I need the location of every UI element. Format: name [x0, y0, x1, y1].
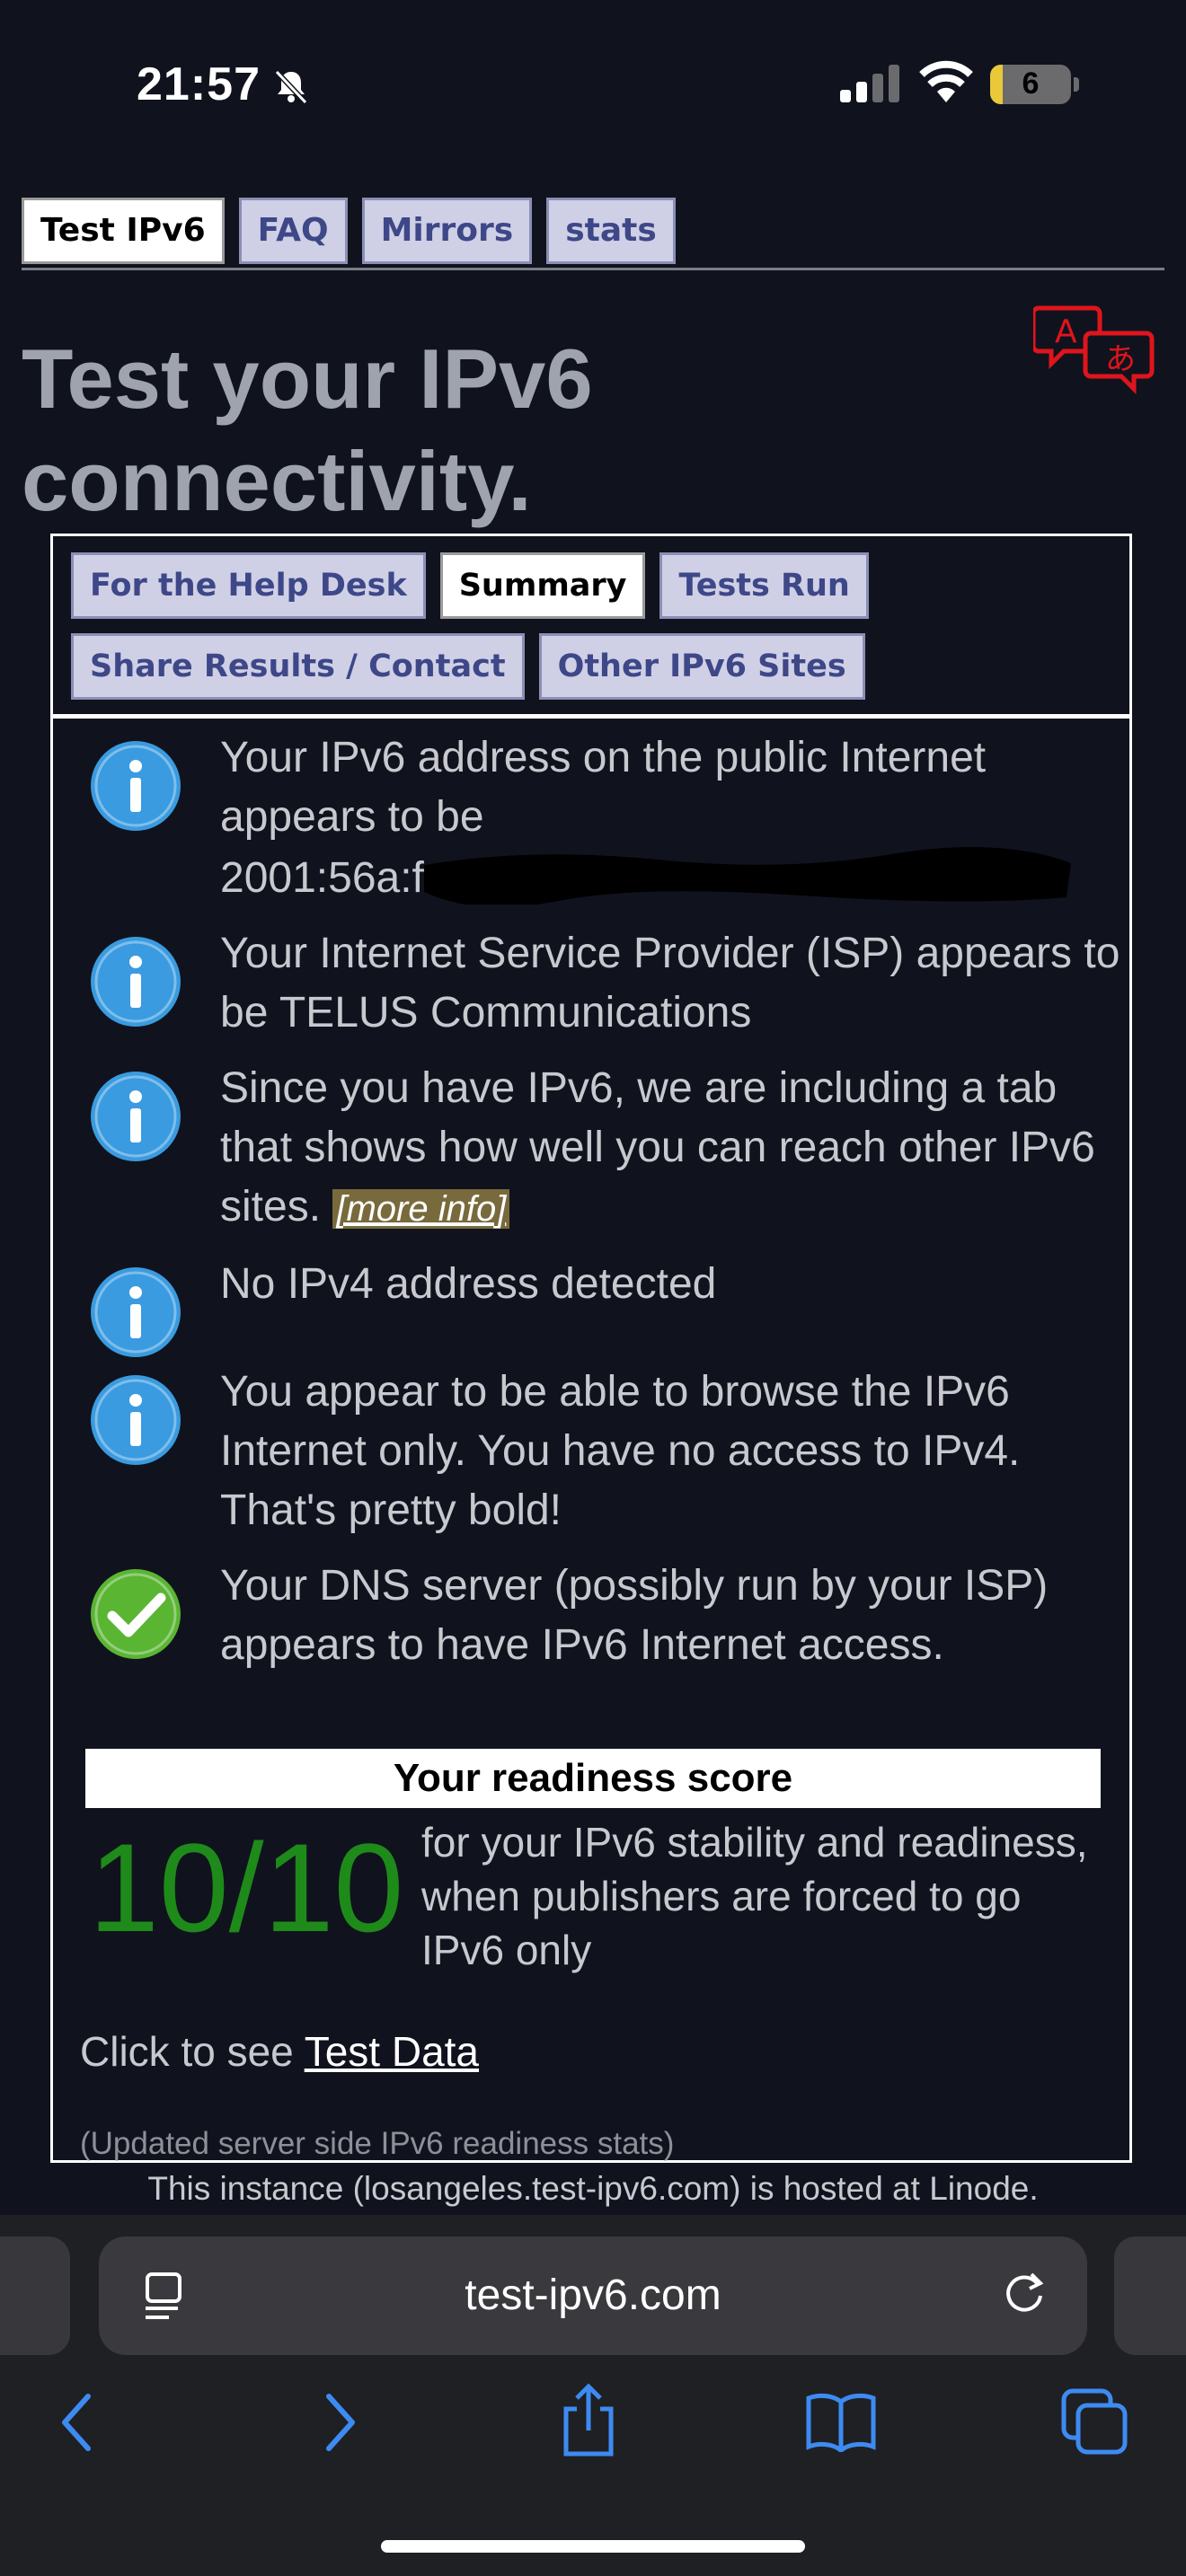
tab-faq[interactable]: FAQ — [238, 198, 348, 264]
nav-divider — [22, 268, 1164, 270]
tab-share-results[interactable]: Share Results / Contact — [71, 633, 525, 700]
page-title: Test your IPv6 connectivity. — [22, 331, 593, 528]
results-tabs: For the Help Desk Summary Tests Run Shar… — [71, 552, 1113, 700]
battery-level: 6 — [1022, 66, 1040, 101]
message-text: Your IPv6 address on the public Internet… — [220, 734, 987, 841]
forward-icon[interactable] — [316, 2391, 361, 2454]
readiness-title: Your readiness score — [85, 1749, 1101, 1808]
message-text: Your DNS server (possibly run by your IS… — [220, 1562, 1049, 1669]
status-bar: 21:57 6 — [0, 0, 1186, 171]
updated-stats-link[interactable]: (Updated server side IPv6 readiness stat… — [80, 2126, 674, 2162]
browser-toolbar: test-ipv6.com — [0, 2215, 1186, 2576]
tab-mirrors[interactable]: Mirrors — [361, 198, 533, 264]
tab-stats[interactable]: stats — [546, 198, 676, 264]
bell-muted-icon — [274, 69, 308, 105]
battery-tip — [1074, 77, 1079, 92]
tab-test-ipv6[interactable]: Test IPv6 — [22, 198, 225, 264]
next-tab-preview[interactable] — [1114, 2236, 1186, 2355]
message-ipv6-only: You appear to be able to browse the IPv6… — [89, 1363, 1122, 1540]
back-icon[interactable] — [56, 2391, 101, 2454]
translate-icon[interactable]: A あ — [1033, 301, 1159, 400]
reload-icon[interactable] — [997, 2267, 1051, 2321]
tab-tests-run[interactable]: Tests Run — [659, 552, 869, 619]
tab-help-desk[interactable]: For the Help Desk — [71, 552, 426, 619]
message-text: No IPv4 address detected — [220, 1260, 717, 1308]
previous-tab-preview[interactable] — [0, 2236, 70, 2355]
tab-summary[interactable]: Summary — [439, 552, 646, 619]
message-text: You appear to be able to browse the IPv6… — [220, 1368, 1021, 1534]
test-data-prefix: Click to see — [80, 2028, 294, 2075]
info-icon — [91, 741, 181, 831]
info-icon — [91, 1375, 181, 1465]
tab-other-ipv6-sites[interactable]: Other IPv6 Sites — [538, 633, 865, 700]
address-bar[interactable]: test-ipv6.com — [99, 2236, 1087, 2355]
readiness-description: for your IPv6 stability and readiness, w… — [421, 1819, 1088, 1973]
svg-text:あ: あ — [1105, 341, 1136, 377]
message-ipv6-address: Your IPv6 address on the public Internet… — [89, 728, 1122, 908]
info-icon — [91, 1267, 181, 1357]
url-text[interactable]: test-ipv6.com — [99, 2271, 1087, 2320]
test-data-line: Click to see Test Data — [80, 2027, 479, 2076]
message-no-ipv4: No IPv4 address detected — [89, 1255, 1122, 1357]
top-nav: Test IPv6 FAQ Mirrors stats — [22, 198, 676, 264]
share-icon[interactable] — [557, 2382, 620, 2457]
message-isp: Your Internet Service Provider (ISP) app… — [89, 924, 1122, 1043]
message-text: Your Internet Service Provider (ISP) app… — [220, 930, 1120, 1037]
info-icon — [91, 937, 181, 1027]
info-icon — [91, 1072, 181, 1161]
tabs-divider — [53, 714, 1129, 719]
more-info-link[interactable]: [more info] — [332, 1189, 510, 1229]
ipv6-address: 2001:56a:f — [220, 854, 424, 902]
svg-text:A: A — [1055, 313, 1077, 350]
message-ipv6-tab: Since you have IPv6, we are including a … — [89, 1059, 1122, 1239]
status-time: 21:57 — [137, 58, 261, 110]
wifi-icon — [919, 60, 973, 102]
summary-messages: Your IPv6 address on the public Internet… — [89, 728, 1122, 1691]
test-data-link[interactable]: Test Data — [305, 2028, 479, 2075]
redaction-mark — [423, 847, 1071, 904]
readiness-score: 10/10 — [89, 1817, 404, 1958]
results-panel: For the Help Desk Summary Tests Run Shar… — [50, 534, 1132, 2163]
home-indicator[interactable] — [381, 2540, 805, 2553]
check-icon — [91, 1569, 181, 1659]
message-dns: Your DNS server (possibly run by your IS… — [89, 1557, 1122, 1675]
cellular-signal-icon — [840, 65, 899, 102]
battery-icon: 6 — [990, 65, 1071, 104]
hosting-footer: This instance (losangeles.test-ipv6.com)… — [147, 2170, 1039, 2207]
tabs-icon[interactable] — [1060, 2387, 1128, 2456]
bookmarks-icon[interactable] — [805, 2389, 877, 2452]
